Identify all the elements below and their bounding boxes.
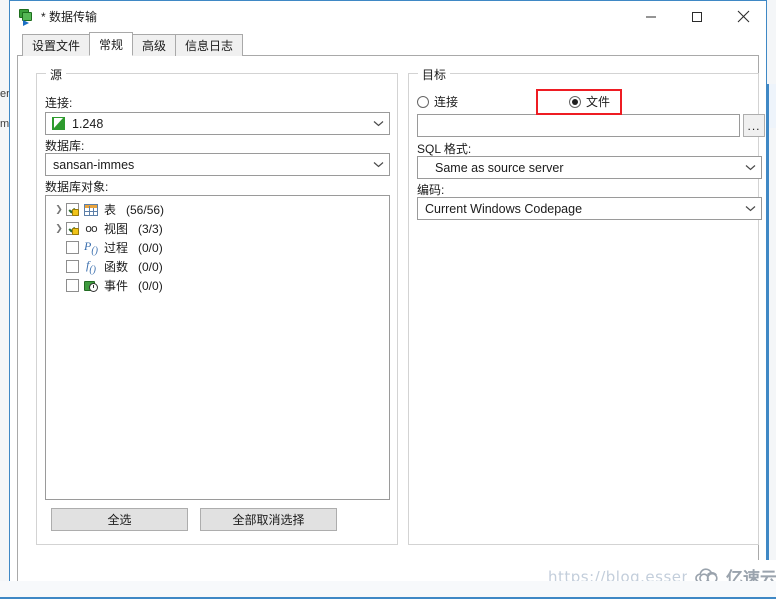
- radio-icon: [569, 95, 581, 108]
- target-connection-radio[interactable]: 连接: [417, 93, 458, 110]
- file-path-input[interactable]: [417, 114, 740, 137]
- tab-profile-label: 设置文件: [32, 39, 81, 53]
- browse-button-label: ...: [747, 118, 761, 133]
- sql-format-combo[interactable]: Same as source server: [417, 156, 762, 179]
- source-group: 源 连接: 1.248 数据库: sansan-immes 数据库对象: ❯ 表…: [36, 66, 398, 545]
- navicat-connection-icon: [52, 117, 65, 130]
- desktop-bottom-strip: [0, 581, 776, 597]
- tree-label: 函数: [104, 260, 129, 274]
- chevron-down-icon: [739, 164, 761, 171]
- chevron-down-icon: [367, 161, 389, 168]
- function-icon: f(): [85, 257, 96, 276]
- tree-spacer: ❯: [52, 242, 66, 253]
- tree-checkbox[interactable]: [66, 241, 79, 254]
- table-icon: [83, 203, 99, 217]
- target-connection-radio-label: 连接: [434, 95, 459, 109]
- tree-checkbox[interactable]: [66, 222, 79, 235]
- tree-row[interactable]: ❯ 事件 (0/0): [46, 276, 389, 295]
- tree-row[interactable]: ❯ 表 (56/56): [46, 200, 389, 219]
- radio-icon: [417, 95, 429, 108]
- tab-general-label: 常规: [99, 37, 124, 52]
- encoding-combo[interactable]: Current Windows Codepage: [417, 197, 762, 220]
- database-label: 数据库:: [45, 139, 85, 153]
- select-all-button[interactable]: 全选: [51, 508, 188, 531]
- sql-format-value: Same as source server: [435, 160, 564, 175]
- tree-row[interactable]: ❯ P() 过程 (0/0): [46, 238, 389, 257]
- tab-advanced-label: 高级: [142, 39, 167, 53]
- data-transfer-icon: [18, 8, 34, 26]
- window-title: * 数据传输: [41, 10, 98, 24]
- tree-row[interactable]: ❯ f() 函数 (0/0): [46, 257, 389, 276]
- procedure-icon: P(): [83, 238, 98, 257]
- chevron-down-icon: [739, 205, 761, 212]
- tab-strip: 设置文件 常规 高级 信息日志: [10, 32, 766, 56]
- connection-value: 1.248: [72, 116, 104, 131]
- tree-label: 过程: [104, 241, 129, 255]
- event-icon: [83, 279, 99, 293]
- tree-row[interactable]: ❯ oo 视图 (3/3): [46, 219, 389, 238]
- tree-count: (0/0): [138, 240, 163, 255]
- target-group-legend: 目标: [418, 66, 451, 83]
- tab-message-log-label: 信息日志: [185, 39, 234, 53]
- connection-label: 连接:: [45, 96, 73, 110]
- window-controls: [628, 1, 766, 32]
- tree-count: (0/0): [138, 259, 163, 274]
- tab-content-general: 源 连接: 1.248 数据库: sansan-immes 数据库对象: ❯ 表…: [10, 56, 766, 584]
- tree-checkbox[interactable]: [66, 203, 79, 216]
- data-transfer-dialog: * 数据传输 设置文件 常规 高级 信息日志 源 连接: 1.248 数据库: …: [9, 0, 767, 585]
- view-icon: oo: [85, 222, 98, 235]
- target-file-radio-label: 文件: [586, 95, 611, 109]
- tree-label: 事件: [104, 279, 129, 293]
- source-group-legend: 源: [46, 66, 67, 83]
- database-objects-label: 数据库对象:: [45, 180, 109, 194]
- browse-button[interactable]: ...: [743, 114, 765, 137]
- background-window-right-border: [767, 84, 769, 564]
- chevron-right-icon[interactable]: ❯: [52, 204, 66, 215]
- minimize-button[interactable]: [628, 1, 674, 32]
- select-all-label: 全选: [107, 513, 132, 527]
- chevron-right-icon[interactable]: ❯: [52, 223, 66, 234]
- encoding-label: 编码:: [417, 183, 445, 197]
- tab-general[interactable]: 常规: [89, 32, 134, 56]
- connection-combo[interactable]: 1.248: [45, 112, 390, 135]
- database-objects-tree[interactable]: ❯ 表 (56/56) ❯ oo 视图 (3/3) P() 过程 (0/0) f…: [45, 195, 390, 500]
- maximize-button[interactable]: [674, 1, 720, 32]
- tree-count: (3/3): [138, 221, 163, 236]
- tab-profile[interactable]: 设置文件: [22, 34, 91, 56]
- screen: er me * 数据传输 设置文件 常规 高级 信息日志 源 连接: 1.248…: [0, 0, 776, 599]
- deselect-all-button[interactable]: 全部取消选择: [200, 508, 337, 531]
- tree-count: (56/56): [126, 202, 165, 217]
- target-group: 目标 连接 文件 ... SQL 格式: Same as source serv…: [408, 66, 765, 545]
- tree-count: (0/0): [138, 278, 163, 293]
- content-frame: 源 连接: 1.248 数据库: sansan-immes 数据库对象: ❯ 表…: [17, 56, 765, 584]
- tab-advanced[interactable]: 高级: [132, 34, 177, 56]
- target-file-radio[interactable]: 文件: [569, 93, 610, 110]
- deselect-all-label: 全部取消选择: [232, 513, 305, 527]
- tree-label: 视图: [104, 222, 129, 236]
- close-button[interactable]: [720, 1, 766, 32]
- lock-icon: [72, 209, 79, 216]
- chevron-down-icon: [367, 120, 389, 127]
- tree-label: 表: [104, 203, 117, 217]
- database-value: sansan-immes: [53, 157, 135, 172]
- tree-checkbox[interactable]: [66, 279, 79, 292]
- title-bar: * 数据传输: [10, 1, 766, 32]
- tab-message-log[interactable]: 信息日志: [175, 34, 244, 56]
- lock-icon: [72, 228, 79, 235]
- tree-spacer: ❯: [52, 280, 66, 291]
- sql-format-label: SQL 格式:: [417, 142, 472, 156]
- encoding-value: Current Windows Codepage: [425, 201, 583, 216]
- tree-spacer: ❯: [52, 261, 66, 272]
- tree-checkbox[interactable]: [66, 260, 79, 273]
- database-combo[interactable]: sansan-immes: [45, 153, 390, 176]
